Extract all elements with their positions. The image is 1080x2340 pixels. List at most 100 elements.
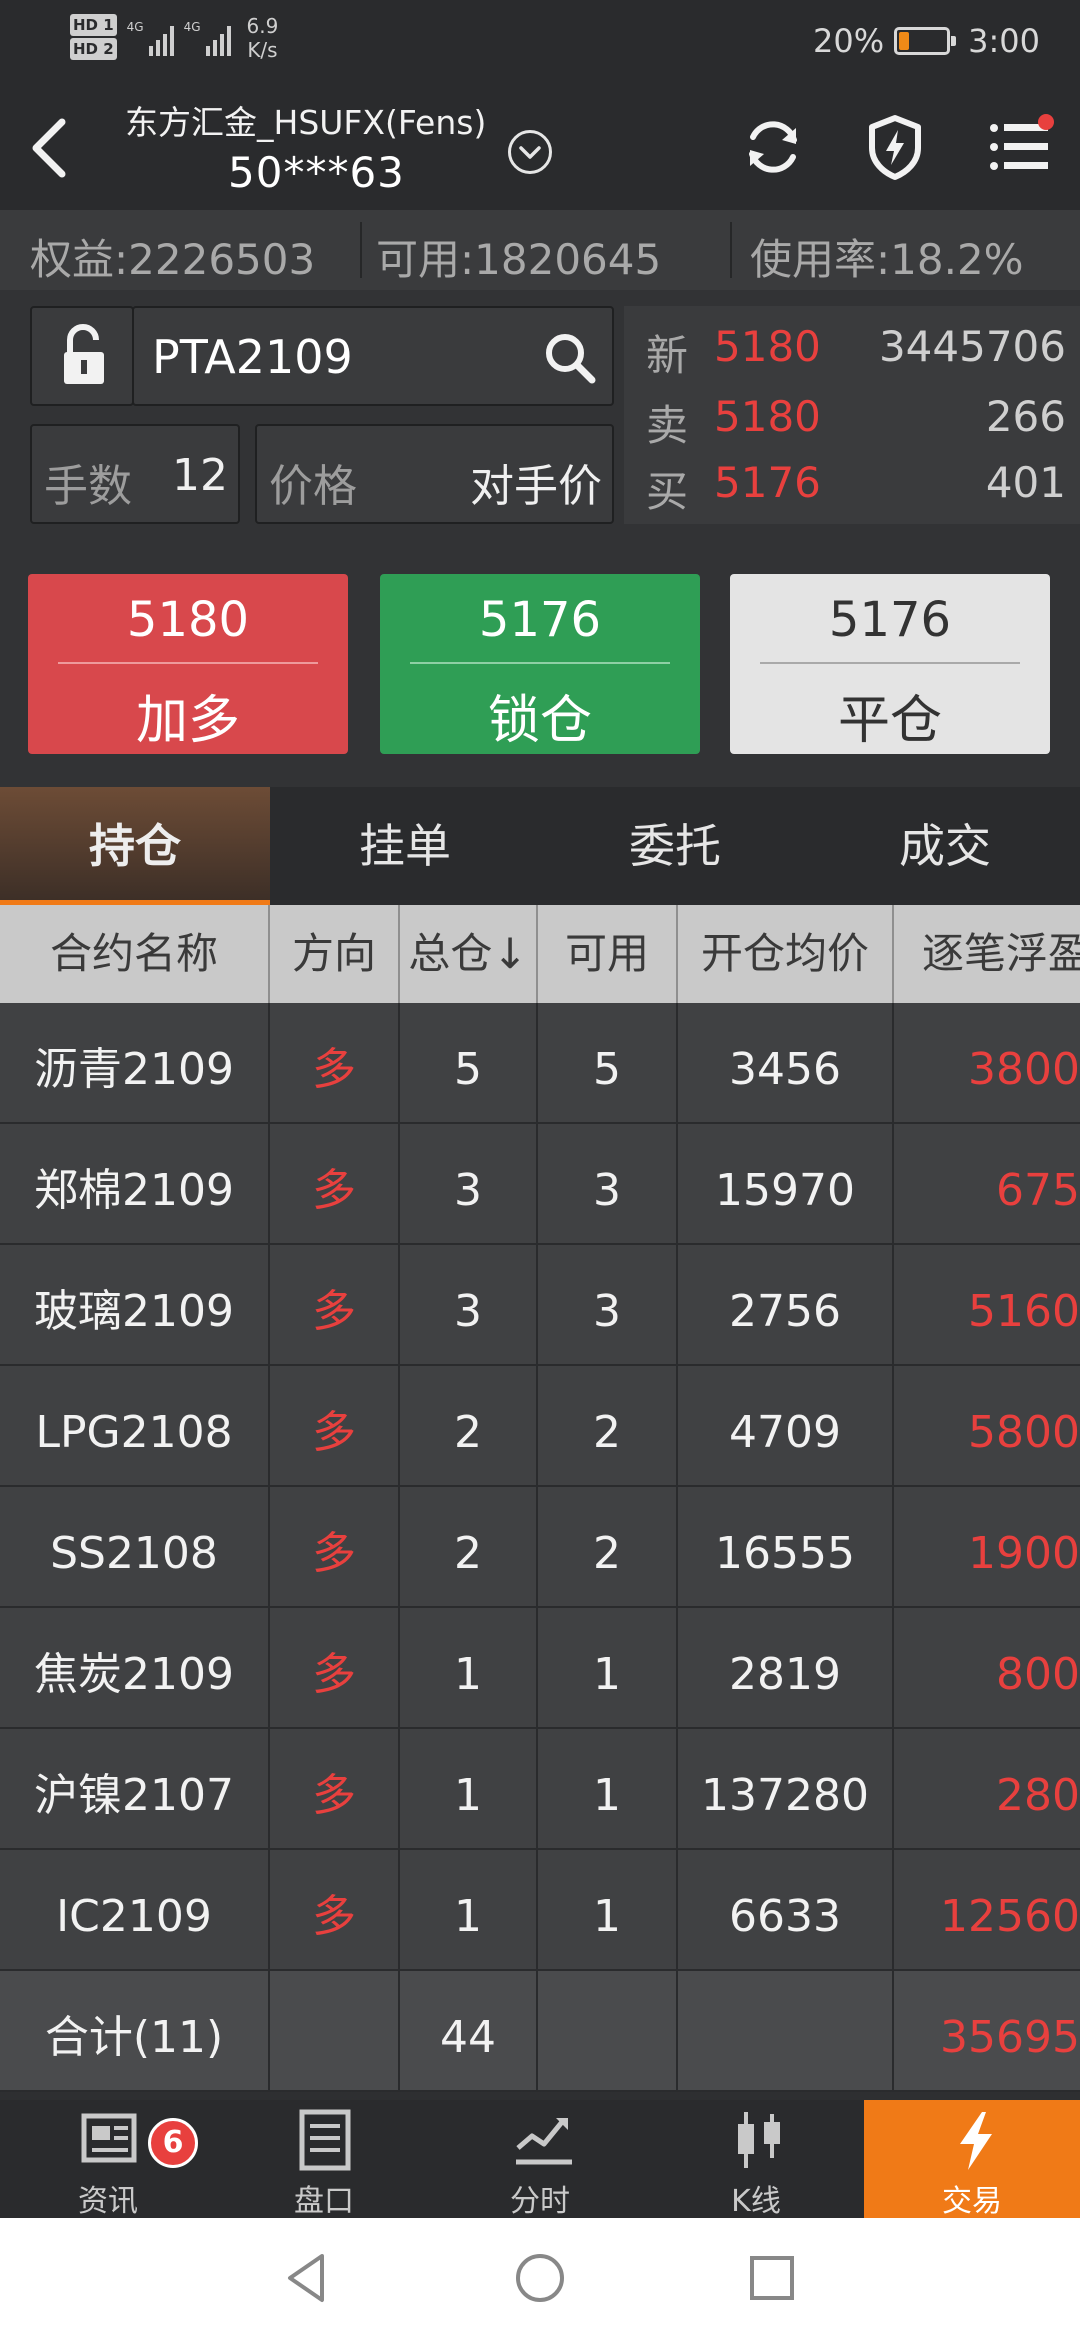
table-row[interactable]: 沥青2109 多 5 5 3456 3800 [0, 1003, 1080, 1124]
tab-pending[interactable]: 挂单 [270, 787, 540, 905]
nav-trade[interactable]: 交易 [864, 2100, 1080, 2219]
tab-trades[interactable]: 成交 [810, 787, 1080, 905]
cell-contract: SS2108 [0, 1487, 270, 1606]
divider [360, 222, 362, 278]
search-icon[interactable] [540, 328, 600, 388]
system-recents-icon[interactable] [740, 2246, 804, 2310]
lock-toggle-button[interactable] [30, 306, 134, 406]
system-home-icon[interactable] [508, 2246, 572, 2310]
speed-value: 6.9 [246, 14, 279, 38]
col-total[interactable]: 总仓↓ [400, 905, 538, 1003]
table-row[interactable]: 焦炭2109 多 1 1 2819 800 [0, 1608, 1080, 1729]
nav-intraday[interactable]: 分时 [432, 2100, 648, 2219]
nav-orderbook-label: 盘口 [294, 2184, 354, 2219]
news-badge: 6 [148, 2118, 198, 2168]
col-direction[interactable]: 方向 [270, 905, 400, 1003]
lock-label: 锁仓 [487, 691, 592, 751]
cell-avg-price: 2819 [678, 1608, 894, 1727]
cell-direction: 多 [270, 1124, 400, 1243]
cell-avg-price: 3456 [678, 1003, 894, 1122]
battery-icon [894, 27, 957, 55]
app-header: 东方汇金_HSUFX(Fens) 50***63 [0, 88, 1080, 210]
symbol-input[interactable]: PTA2109 [132, 306, 614, 406]
cell-available: 1 [538, 1608, 678, 1727]
buy-long-label: 加多 [135, 691, 240, 751]
col-avg-price[interactable]: 开仓均价 [678, 905, 894, 1003]
cell-contract: 郑棉2109 [0, 1124, 270, 1243]
table-row[interactable]: 玻璃2109 多 3 3 2756 5160 [0, 1245, 1080, 1366]
cell-direction: 多 [270, 1487, 400, 1606]
menu-list-icon[interactable] [984, 110, 1058, 184]
clock: 3:00 [968, 22, 1040, 60]
nav-kline[interactable]: K线 [648, 2100, 864, 2219]
account-dropdown-button[interactable] [508, 130, 552, 174]
cell-direction: 多 [270, 1850, 400, 1969]
cell-direction: 多 [270, 1729, 400, 1848]
nav-news-label: 资讯 [78, 2184, 138, 2219]
signal-icon: 4G [127, 20, 174, 56]
nav-orderbook[interactable]: 盘口 [216, 2100, 432, 2219]
cell-float-pl: 800 [996, 1649, 1080, 1700]
cell-available: 1 [538, 1850, 678, 1969]
hd1-label: HD 1 [70, 14, 117, 36]
table-row[interactable]: 沪镍2107 多 1 1 137280 280 [0, 1729, 1080, 1850]
quote-price: 5180 [714, 322, 821, 371]
price-type-value: 对手价 [470, 461, 602, 512]
cell-avg-price: 15970 [678, 1124, 894, 1243]
nav-news[interactable]: 6 资讯 [0, 2100, 216, 2219]
cell-float-pl: 675 [996, 1165, 1080, 1216]
table-row[interactable]: IC2109 多 1 1 6633 12560 [0, 1850, 1080, 1971]
close-label: 平仓 [837, 691, 942, 751]
network-type-1: 4G [126, 20, 144, 34]
cell-available: 2 [538, 1487, 678, 1606]
cell-total: 1 [400, 1729, 538, 1848]
back-arrow-icon[interactable] [26, 116, 76, 180]
col-contract[interactable]: 合约名称 [0, 905, 270, 1003]
table-total-row: 合计(11) 44 35695 [0, 1971, 1080, 2092]
nav-trade-label: 交易 [942, 2184, 1002, 2219]
hd-indicator: HD 1 HD 2 [70, 14, 117, 62]
funds-bar: 权益:2226503 可用:1820645 使用率:18.2% [0, 210, 1080, 290]
cell-total: 3 [400, 1124, 538, 1243]
nav-kline-label: K线 [731, 2184, 781, 2219]
cell-avg-price: 16555 [678, 1487, 894, 1606]
table-row[interactable]: 郑棉2109 多 3 3 15970 675 [0, 1124, 1080, 1245]
table-row[interactable]: LPG2108 多 2 2 4709 5800 [0, 1366, 1080, 1487]
tab-orders[interactable]: 委托 [540, 787, 810, 905]
available-text: 可用:1820645 [376, 235, 662, 284]
quote-panel: 新 5180 3445706 卖 5180 266 买 5176 401 [624, 306, 1080, 524]
cell-direction: 多 [270, 1366, 400, 1485]
usage-rate-text: 使用率:18.2% [750, 235, 1024, 284]
system-nav-bar [0, 2218, 1080, 2340]
symbol-value: PTA2109 [152, 330, 353, 384]
buy-long-price: 5180 [126, 592, 250, 648]
price-field[interactable]: 价格 对手价 [255, 424, 614, 524]
lock-position-button[interactable]: 5176 锁仓 [380, 574, 700, 754]
quote-label: 卖 [646, 401, 689, 450]
col-available[interactable]: 可用 [538, 905, 678, 1003]
col-float-pl[interactable]: 逐笔浮盈 [894, 905, 1080, 1003]
cell-total: 5 [400, 1003, 538, 1122]
quote-price: 5180 [714, 392, 821, 441]
cell-float-pl: 1900 [968, 1528, 1080, 1579]
table-row[interactable]: SS2108 多 2 2 16555 1900 [0, 1487, 1080, 1608]
quote-label: 买 [646, 467, 689, 516]
close-position-button[interactable]: 5176 平仓 [730, 574, 1050, 754]
cell-available: 2 [538, 1366, 678, 1485]
lock-price: 5176 [478, 592, 602, 648]
quantity-label: 手数 [44, 461, 132, 512]
battery-percent: 20% [813, 22, 885, 60]
account-title[interactable]: 东方汇金_HSUFX(Fens) [125, 96, 486, 144]
cell-contract: 焦炭2109 [0, 1608, 270, 1727]
cell-float-pl: 5160 [968, 1286, 1080, 1337]
refresh-icon[interactable] [736, 110, 810, 184]
account-id[interactable]: 50***63 [228, 148, 405, 197]
cell-direction: 多 [270, 1245, 400, 1364]
nav-intraday-label: 分时 [510, 2184, 570, 2219]
shield-flash-icon[interactable] [858, 110, 932, 184]
tab-positions[interactable]: 持仓 [0, 787, 270, 905]
quantity-field[interactable]: 手数 12 [30, 424, 240, 524]
system-back-icon[interactable] [276, 2246, 340, 2310]
close-price: 5176 [828, 592, 952, 648]
buy-long-button[interactable]: 5180 加多 [28, 574, 348, 754]
